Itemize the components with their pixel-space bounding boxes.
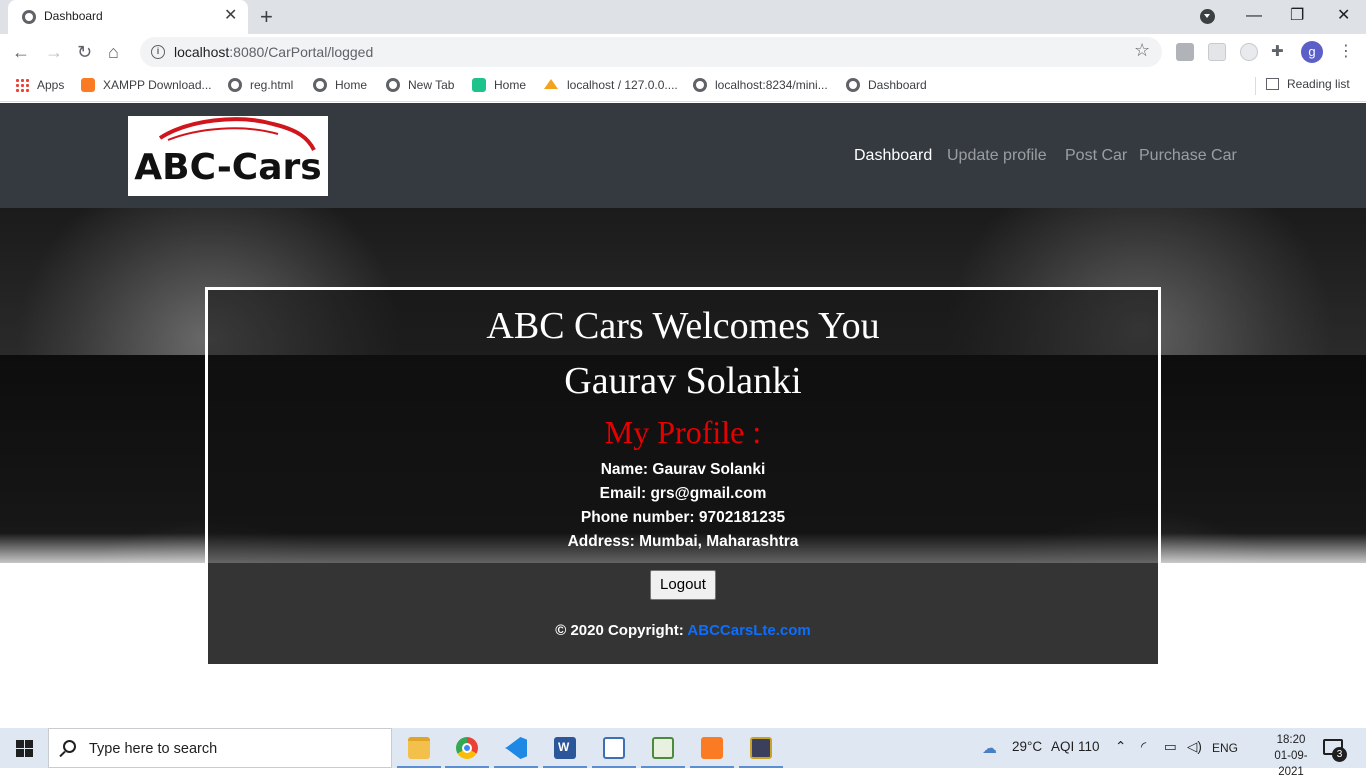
reading-list-button[interactable]: Reading list bbox=[1266, 77, 1350, 91]
wifi-icon[interactable]: ◜ bbox=[1141, 739, 1146, 755]
extension-icon[interactable] bbox=[1176, 43, 1194, 61]
bookmark-localhost-8234[interactable]: localhost:8234/mini... bbox=[693, 77, 828, 95]
new-tab-button[interactable]: + bbox=[260, 4, 273, 30]
file-explorer-icon[interactable] bbox=[395, 728, 443, 768]
phpmyadmin-icon bbox=[543, 78, 559, 92]
nav-dashboard[interactable]: Dashboard bbox=[854, 147, 932, 165]
profile-avatar[interactable]: g bbox=[1301, 41, 1323, 63]
bookmark-apps[interactable]: Apps bbox=[15, 77, 64, 95]
extension-icon[interactable] bbox=[1240, 43, 1258, 61]
copyright-footer: © 2020 Copyright: ABCCarsLte.com bbox=[208, 622, 1158, 639]
profile-address: Address: Mumbai, Maharashtra bbox=[567, 533, 799, 550]
reading-list-icon bbox=[1266, 78, 1279, 90]
presentation-app-icon[interactable] bbox=[590, 728, 638, 768]
search-placeholder: Type here to search bbox=[89, 741, 218, 757]
globe-icon bbox=[693, 78, 707, 92]
chrome-icon[interactable] bbox=[443, 728, 491, 768]
language-indicator[interactable]: ENG bbox=[1212, 741, 1238, 755]
weather-icon[interactable]: ☁ bbox=[982, 739, 997, 757]
taskbar-clock[interactable]: 18:20 01-09-2021 bbox=[1262, 732, 1320, 780]
bookmark-phpmyadmin[interactable]: localhost / 127.0.0.... bbox=[543, 77, 678, 95]
nav-post-car[interactable]: Post Car bbox=[1065, 147, 1127, 165]
menu-icon[interactable]: ⋮ bbox=[1338, 42, 1354, 62]
windows-start-icon[interactable] bbox=[16, 740, 33, 757]
globe-icon bbox=[386, 78, 400, 92]
profile-card: ABC Cars Welcomes You Gaurav Solanki My … bbox=[205, 287, 1161, 667]
globe-icon bbox=[22, 10, 36, 24]
home-icon[interactable]: ⌂ bbox=[108, 40, 119, 64]
welcome-heading: ABC Cars Welcomes You bbox=[486, 305, 880, 347]
site-info-icon[interactable]: i bbox=[151, 45, 165, 59]
clock-time: 18:20 bbox=[1276, 734, 1306, 746]
close-window-button[interactable]: ✕ bbox=[1337, 6, 1350, 26]
nav-update-profile[interactable]: Update profile bbox=[947, 147, 1047, 165]
copyright-text: © 2020 Copyright: bbox=[555, 622, 688, 639]
tab-title: Dashboard bbox=[44, 9, 103, 23]
notification-badge: 3 bbox=[1332, 747, 1347, 762]
bookmark-star-icon[interactable]: ☆ bbox=[1134, 40, 1150, 61]
apps-grid-icon bbox=[15, 78, 29, 92]
weather-temp[interactable]: 29°C bbox=[1012, 739, 1042, 754]
site-navbar: ABC-Cars Dashboard Update profile Post C… bbox=[0, 103, 1366, 208]
browser-tabstrip: Dashboard ✕ + — ❐ ✕ bbox=[0, 0, 1366, 34]
aqi-text[interactable]: AQI 110 bbox=[1051, 739, 1100, 754]
address-bar[interactable]: i localhost:8080/CarPortal/logged ☆ bbox=[140, 37, 1162, 67]
windows-taskbar: Type here to search W ☁ 29°C AQI 110 ⌃ ◜… bbox=[0, 728, 1366, 778]
xampp-taskbar-icon[interactable] bbox=[688, 728, 736, 768]
bookmarks-divider bbox=[1255, 77, 1256, 95]
xampp-icon bbox=[81, 78, 95, 92]
abc-cars-logo[interactable]: ABC-Cars bbox=[128, 116, 328, 196]
volume-icon[interactable]: ◁) bbox=[1187, 739, 1202, 755]
restore-button[interactable]: ❐ bbox=[1290, 6, 1304, 26]
back-icon[interactable]: ← bbox=[12, 40, 30, 64]
profile-phone: Phone number: 9702181235 bbox=[580, 509, 786, 526]
user-name-heading: Gaurav Solanki bbox=[564, 360, 802, 402]
globe-icon bbox=[228, 78, 242, 92]
copyright-link[interactable]: ABCCarsLte.com bbox=[687, 622, 810, 639]
word-icon[interactable]: W bbox=[541, 728, 589, 768]
chart-app-icon[interactable] bbox=[639, 728, 687, 768]
globe-icon bbox=[846, 78, 860, 92]
server-app-icon[interactable] bbox=[737, 728, 785, 768]
vscode-icon[interactable] bbox=[492, 728, 540, 768]
nav-purchase-car[interactable]: Purchase Car bbox=[1139, 147, 1237, 165]
taskbar-search-input[interactable]: Type here to search bbox=[48, 728, 392, 768]
bookmark-new-tab[interactable]: New Tab bbox=[386, 77, 454, 95]
search-icon bbox=[63, 740, 76, 753]
reload-icon[interactable]: ↻ bbox=[77, 40, 92, 64]
play-icon bbox=[472, 78, 486, 92]
bookmark-dashboard[interactable]: Dashboard bbox=[846, 77, 927, 95]
tab-close-icon[interactable]: ✕ bbox=[224, 6, 237, 26]
bookmarks-bar: Apps XAMPP Download... reg.html Home New… bbox=[0, 70, 1366, 102]
bookmark-home[interactable]: Home bbox=[313, 77, 367, 95]
bookmark-xampp[interactable]: XAMPP Download... bbox=[81, 77, 212, 95]
my-profile-title: My Profile : bbox=[604, 414, 762, 450]
extension-icon[interactable] bbox=[1208, 43, 1226, 61]
profile-name: Name: Gaurav Solanki bbox=[600, 461, 766, 478]
puzzle-icon[interactable]: ✚ bbox=[1271, 43, 1289, 61]
forward-icon[interactable]: → bbox=[45, 40, 63, 64]
clock-date: 01-09-2021 bbox=[1274, 750, 1308, 778]
bookmark-home-2[interactable]: Home bbox=[472, 77, 526, 95]
url-text[interactable]: localhost:8080/CarPortal/logged bbox=[174, 44, 373, 60]
profile-email: Email: grs@gmail.com bbox=[599, 485, 767, 502]
globe-icon bbox=[313, 78, 327, 92]
bookmark-reg[interactable]: reg.html bbox=[228, 77, 293, 95]
minimize-button[interactable]: — bbox=[1246, 6, 1262, 26]
chevron-up-icon[interactable]: ⌃ bbox=[1115, 739, 1126, 755]
browser-toolbar: ← → ↻ ⌂ i localhost:8080/CarPortal/logge… bbox=[0, 34, 1366, 70]
logo-text: ABC-Cars bbox=[134, 147, 322, 188]
tab-dashboard[interactable]: Dashboard ✕ bbox=[8, 0, 248, 34]
logout-button[interactable]: Logout bbox=[650, 570, 716, 600]
battery-icon[interactable]: ▭ bbox=[1164, 739, 1177, 755]
tab-search-icon[interactable] bbox=[1200, 9, 1215, 24]
